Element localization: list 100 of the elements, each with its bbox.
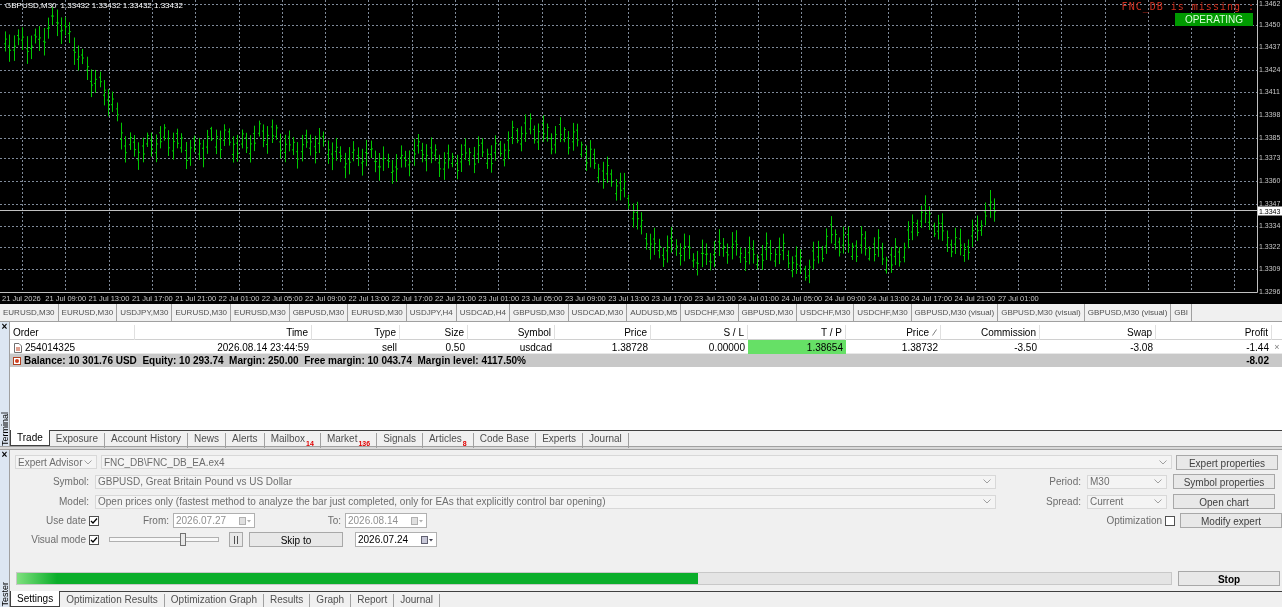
field-label: Use date (44, 514, 86, 529)
expert-dropdown[interactable]: FNC_DB\FNC_DB_EA.ex4 (101, 455, 1172, 470)
skip-to-button[interactable]: Skip to (249, 532, 343, 548)
checkbox[interactable] (1165, 515, 1175, 526)
table-cell-text: 0.00000 (708, 341, 745, 355)
table-cell-text: sell (382, 341, 397, 355)
expert-properties-button[interactable]: Expert properties (1176, 454, 1278, 470)
date-field[interactable]: 2026.07.24 (355, 532, 437, 548)
chart-tab[interactable]: EURUSD,M30 (231, 304, 290, 321)
column-header[interactable]: Size (444, 325, 464, 340)
chart-tab[interactable]: GBPUSD,M30 (visual) (998, 304, 1085, 321)
chart-tab[interactable]: AUDUSD,M5 (627, 304, 682, 321)
panel-tab[interactable]: Report (351, 594, 395, 607)
column-header[interactable]: Price (624, 325, 647, 340)
pause-icon (233, 535, 239, 544)
caret-icon (1159, 459, 1167, 465)
close-button[interactable]: × (1, 450, 8, 460)
column-header[interactable]: Order (13, 325, 39, 340)
chart-tab[interactable]: EURUSD,M30 (0, 304, 59, 321)
pause-button[interactable] (229, 532, 243, 548)
caret-icon (983, 499, 991, 505)
chart-tab[interactable]: USDJPY,M30 (117, 304, 173, 321)
chart-tab[interactable]: EURUSD,M30 (58, 304, 118, 321)
column-header[interactable]: Profit (1244, 325, 1268, 340)
table-cell-text: -3.08 (1130, 341, 1153, 355)
checkbox[interactable] (89, 534, 99, 545)
chart-tab[interactable]: USDCHF,M30 (854, 304, 912, 321)
period-dropdown[interactable]: M30 (1087, 474, 1167, 489)
modify-expert-button[interactable]: Modify expert (1180, 513, 1282, 529)
field-label: From: (141, 514, 169, 529)
model-dropdown[interactable]: Open prices only (fastest method to analyze the bar just completed, only for EAs that explicitly control bar opening) (95, 494, 996, 509)
caret-icon (1154, 479, 1162, 485)
field-label: Period: (1048, 475, 1081, 490)
balance-summary: Balance: 10 301.76 USD Equity: 10 293.74 Margin: 250.00 Free margin: 10 043.74 Margin level: 4117.50% (24, 354, 526, 368)
slider-thumb[interactable] (179, 533, 186, 547)
field-label: Spread: (1044, 495, 1081, 510)
caret-icon (84, 459, 92, 465)
symbol-dropdown[interactable]: GBPUSD, Great Britain Pound vs US Dollar (95, 474, 996, 489)
calendar-icon (239, 516, 252, 525)
caret-icon (983, 479, 991, 485)
spread-dropdown[interactable]: Current (1087, 494, 1167, 509)
close-button[interactable]: × (1274, 340, 1280, 355)
panel-title: Tester (0, 582, 10, 607)
chart-tab[interactable]: GBPUSD,M30 (510, 304, 569, 321)
chart-tab[interactable]: USDJPY,H4 (406, 304, 457, 321)
panel-tab[interactable]: Settings (10, 591, 61, 607)
panel-tab[interactable]: Graph (310, 594, 352, 607)
column-header[interactable]: Price (906, 325, 929, 340)
calendar-icon (411, 516, 424, 525)
chart-tab[interactable]: GBPUSD,M30 (738, 304, 798, 321)
panel-tab[interactable]: Optimization Results (60, 594, 165, 607)
chart-tab[interactable]: USDCHF,M30 (681, 304, 739, 321)
chart-tab[interactable]: USDCAD,M30 (568, 304, 628, 321)
status-badge: OPERATING (1175, 13, 1253, 26)
chart-tab[interactable]: USDCHF,M30 (797, 304, 855, 321)
chart-tab[interactable]: GBPUSD,M30 (visual) (911, 304, 999, 321)
mode-dropdown[interactable]: Expert Advisor (15, 455, 97, 470)
table-cell-text: 1.38732 (901, 341, 938, 355)
table-cell-text: 2026.08.14 23:44:59 (217, 341, 309, 355)
column-header[interactable]: Swap (1127, 325, 1152, 340)
panel-tab[interactable]: Journal (394, 594, 440, 607)
table-cell-text: 0.50 (445, 341, 465, 355)
panel-title: Terminal (0, 412, 10, 446)
open-chart-button[interactable]: Open chart (1173, 494, 1275, 510)
balance-total: -8.02 (1246, 354, 1269, 368)
panel-tab[interactable]: Optimization Graph (164, 594, 264, 607)
symbol-label: GBPUSD,M30 (5, 1, 57, 11)
column-header[interactable]: Symbol (517, 325, 551, 340)
sort-icon (932, 329, 937, 336)
calendar-icon (421, 535, 434, 544)
table-cell-text: 254014325 (25, 341, 76, 355)
chart-tab[interactable]: GBPUSD,M30 (289, 304, 349, 321)
field-label: To: (326, 514, 341, 529)
column-header[interactable]: S / L (723, 325, 744, 340)
field-label: Symbol: (51, 475, 89, 490)
column-header[interactable]: Type (374, 325, 396, 340)
table-cell-text: usdcad (519, 341, 552, 355)
table-cell-text: -3.50 (1014, 341, 1037, 355)
chart-tab[interactable]: GBI (1171, 304, 1193, 321)
panel-tab[interactable]: Trade (10, 430, 50, 446)
chart-tab[interactable]: GBPUSD,M30 (visual) (1084, 304, 1172, 321)
symbol-properties-button[interactable]: Symbol properties (1173, 474, 1275, 490)
warning-text: FNC_DB is missing : (1121, 1, 1255, 12)
chart-tab[interactable]: EURUSD,M30 (172, 304, 232, 321)
order-icon (13, 342, 22, 353)
chart-tab[interactable]: USDCAD,H4 (456, 304, 510, 321)
caret-icon (1154, 499, 1162, 505)
column-header[interactable]: T / P (821, 325, 842, 340)
chart-tab[interactable]: EURUSD,M30 (348, 304, 407, 321)
table-cell-text: 1.38728 (611, 341, 648, 355)
column-header[interactable]: Commission (981, 325, 1036, 340)
column-header[interactable]: Time (286, 325, 308, 340)
checkbox[interactable] (89, 515, 99, 526)
close-button[interactable]: × (1, 322, 8, 332)
stop-button[interactable]: Stop (1178, 571, 1280, 586)
table-cell-text: 1.38654 (806, 341, 843, 355)
quote-values: 1.33432 1.33432 1.33432 1.33432 (60, 1, 183, 11)
table-cell-text: -1.44 (1246, 341, 1269, 355)
panel-tab[interactable]: Results (264, 594, 311, 607)
field-label: Visual mode (30, 533, 86, 548)
